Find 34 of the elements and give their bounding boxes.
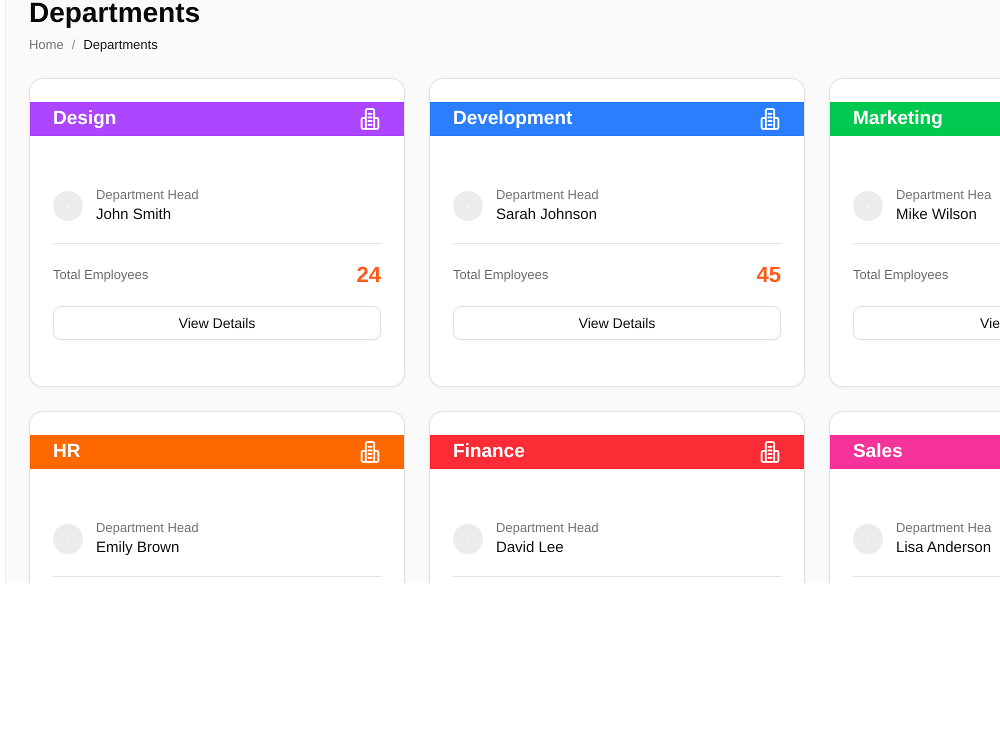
department-name: Finance: [453, 441, 525, 463]
head-name: David Lee: [496, 538, 565, 557]
head-label: Department Head: [96, 187, 199, 203]
head-name: Emily Brown: [96, 538, 180, 557]
head-name: Lisa Anderson: [896, 538, 992, 557]
building-icon: [359, 108, 381, 130]
head-label: Department Hea: [896, 520, 992, 536]
head-name: John Smith: [96, 205, 172, 224]
head-label: Department Hea: [896, 187, 992, 203]
employees-label: Total Employees: [853, 267, 948, 283]
view-details-button[interactable]: Vie: [853, 306, 1000, 340]
view-details-button[interactable]: View Details: [53, 306, 381, 340]
view-details-button[interactable]: View Details: [453, 306, 781, 340]
building-icon: [759, 108, 781, 130]
department-name: Sales: [853, 441, 903, 463]
department-name: Development: [453, 108, 572, 130]
page-title: Departments: [29, 0, 200, 26]
employee-count: 24: [356, 264, 381, 286]
breadcrumb-current: Departments: [83, 37, 158, 53]
breadcrumb-link[interactable]: Home: [29, 37, 64, 53]
employee-count: 45: [756, 264, 781, 286]
building-icon: [359, 441, 381, 463]
department-name: HR: [53, 441, 80, 463]
head-name: Sarah Johnson: [496, 205, 598, 224]
building-icon: [759, 441, 781, 463]
employees-label: Total Employees: [453, 267, 548, 283]
breadcrumb-separator: /: [72, 37, 76, 53]
department-name: Design: [53, 108, 116, 130]
head-label: Department Head: [496, 187, 599, 203]
employees-label: Total Employees: [53, 267, 148, 283]
head-label: Department Head: [96, 520, 199, 536]
head-label: Department Head: [496, 520, 599, 536]
head-name: Mike Wilson: [896, 205, 978, 224]
department-name: Marketing: [853, 108, 943, 130]
